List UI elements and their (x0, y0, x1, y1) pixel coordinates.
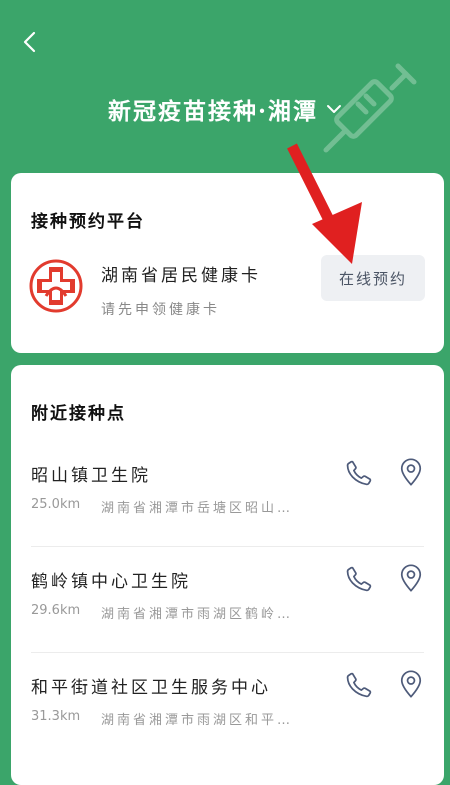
location-pin-icon[interactable] (397, 457, 425, 487)
site-name: 和平街道社区卫生服务中心 (31, 678, 271, 698)
site-name: 鹤岭镇中心卫生院 (31, 572, 191, 592)
site-address: 湖南省湘潭市雨湖区和平… (101, 713, 294, 728)
location-pin-icon[interactable] (397, 563, 425, 593)
site-distance: 31.3km (31, 709, 81, 724)
chevron-down-icon[interactable] (326, 103, 342, 115)
health-card-name: 湖南省居民健康卡 (101, 266, 261, 286)
site-item[interactable]: 昭山镇卫生院 25.0km 湖南省湘潭市岳塘区昭山… (11, 441, 444, 547)
nearby-sites-card: 附近接种点 昭山镇卫生院 25.0km 湖南省湘潭市岳塘区昭山… 鹤岭镇中心卫生… (11, 365, 444, 785)
location-pin-icon[interactable] (397, 669, 425, 699)
booking-section-title: 接种预约平台 (31, 212, 145, 232)
nearby-section-title: 附近接种点 (31, 404, 126, 424)
header-title-row[interactable]: 新冠疫苗接种·湘潭 (0, 92, 450, 126)
back-button[interactable] (14, 26, 46, 58)
page-title: 新冠疫苗接种·湘潭 (107, 98, 318, 125)
site-address: 湖南省湘潭市雨湖区鹤岭… (101, 607, 294, 622)
booking-platform-card: 接种预约平台 湖南省居民健康卡 请先申领健康卡 在线预约 (11, 173, 444, 353)
site-item[interactable]: 和平街道社区卫生服务中心 31.3km 湖南省湘潭市雨湖区和平… (11, 653, 444, 759)
site-name: 昭山镇卫生院 (31, 466, 151, 486)
phone-icon[interactable] (345, 565, 373, 593)
phone-icon[interactable] (345, 671, 373, 699)
health-card-logo (29, 259, 83, 313)
site-item[interactable]: 鹤岭镇中心卫生院 29.6km 湖南省湘潭市雨湖区鹤岭… (11, 547, 444, 653)
site-distance: 29.6km (31, 603, 81, 618)
annotation-arrow (287, 143, 362, 264)
health-card-subtitle: 请先申领健康卡 (101, 302, 220, 318)
site-address: 湖南省湘潭市岳塘区昭山… (101, 501, 294, 516)
phone-icon[interactable] (345, 459, 373, 487)
site-distance: 25.0km (31, 497, 81, 512)
chevron-left-icon (23, 31, 36, 53)
